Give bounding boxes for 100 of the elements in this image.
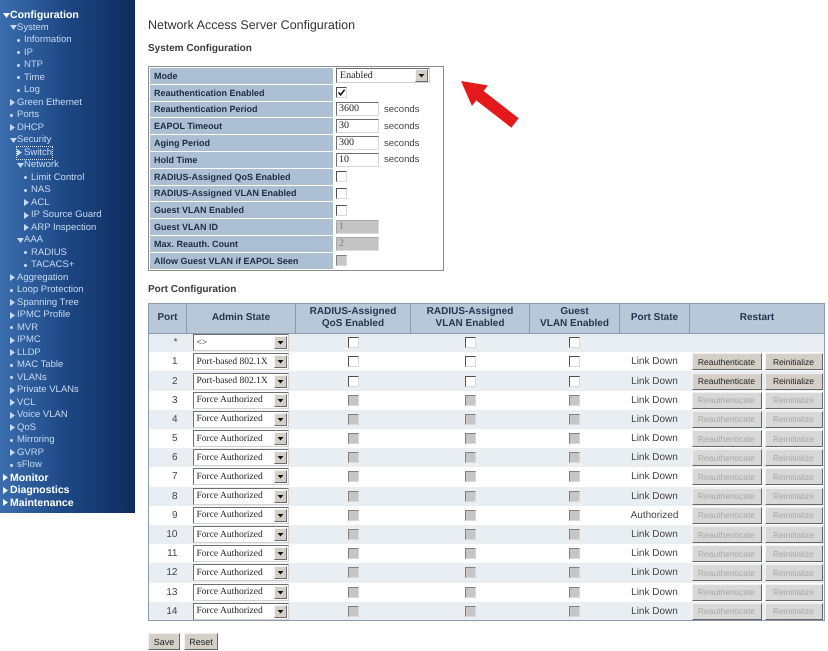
- menu-item[interactable]: AAA: [17, 234, 44, 246]
- menu-item[interactable]: Log: [17, 84, 40, 96]
- checkbox[interactable]: [569, 376, 580, 387]
- reinitialize-button[interactable]: Reinitialize: [764, 353, 822, 370]
- menu-item[interactable]: System: [10, 22, 49, 34]
- menu-item[interactable]: MAC Table: [10, 359, 64, 372]
- checkbox[interactable]: [464, 376, 476, 387]
- menu-item[interactable]: Security: [10, 134, 52, 146]
- menu-item[interactable]: Information: [17, 34, 72, 46]
- reauthenticate-button[interactable]: Reauthenticate: [692, 372, 762, 390]
- checkbox[interactable]: [336, 171, 347, 182]
- admin-state-select[interactable]: Force Authorized: [192, 564, 288, 582]
- text-field[interactable]: 3600: [336, 102, 379, 116]
- admin-state-select[interactable]: Force Authorized: [192, 449, 288, 466]
- port-state: Link Down: [631, 356, 678, 368]
- field-label: Reauthentication Period: [150, 102, 333, 118]
- menu-item[interactable]: ACL: [24, 196, 50, 209]
- menu-item[interactable]: Mirroring: [10, 434, 54, 446]
- menu-item[interactable]: Green Ethernet: [10, 96, 82, 109]
- menu-item[interactable]: Spanning Tree: [10, 296, 79, 309]
- menu-item[interactable]: sFlow: [10, 459, 42, 472]
- dropdown-arrow-icon: [274, 586, 286, 599]
- admin-state-select[interactable]: Force Authorized: [192, 392, 288, 409]
- port-number: 13: [166, 586, 178, 598]
- checkbox[interactable]: [464, 356, 476, 368]
- menu-item[interactable]: Network: [17, 159, 59, 172]
- save-button[interactable]: Save: [148, 633, 180, 650]
- menu-item[interactable]: VCL: [10, 396, 36, 409]
- port-state: Link Down: [631, 471, 678, 482]
- checkbox[interactable]: [336, 204, 347, 216]
- menu-item[interactable]: Maintenance: [3, 496, 74, 509]
- text-field[interactable]: 300: [336, 136, 379, 150]
- menu-item[interactable]: RADIUS: [24, 246, 67, 259]
- admin-state-select[interactable]: Force Authorized: [192, 488, 288, 505]
- admin-state-select[interactable]: Force Authorized: [192, 545, 288, 562]
- admin-state-select[interactable]: Force Authorized: [192, 506, 288, 524]
- checkbox[interactable]: [336, 87, 347, 98]
- port-number: 3: [172, 394, 178, 406]
- menu-item[interactable]: Aggregation: [10, 272, 68, 284]
- menu-item[interactable]: Configuration: [3, 9, 79, 22]
- checkbox[interactable]: [569, 356, 580, 368]
- menu-item[interactable]: Time: [17, 72, 45, 84]
- menu-item[interactable]: Switch: [17, 146, 52, 159]
- admin-state-select[interactable]: Force Authorized: [192, 468, 288, 486]
- menu-item[interactable]: DHCP: [10, 122, 44, 134]
- menu-item[interactable]: TACACS+: [24, 259, 74, 272]
- field-label: Aging Period: [150, 135, 333, 151]
- admin-state-select[interactable]: <>: [192, 334, 288, 352]
- dropdown-arrow-icon: [274, 508, 286, 522]
- menu-item[interactable]: QoS: [10, 422, 36, 434]
- port-state: Link Down: [631, 394, 678, 406]
- menu-item[interactable]: IP Source Guard: [24, 209, 102, 222]
- menu-item[interactable]: NAS: [24, 184, 51, 196]
- admin-state-select[interactable]: Force Authorized: [192, 584, 288, 601]
- port-state: Link Down: [631, 567, 678, 578]
- menu-item[interactable]: Voice VLAN: [10, 409, 68, 422]
- menu-item[interactable]: Private VLANs: [10, 384, 79, 396]
- column-header: Guest VLAN Enabled: [530, 303, 620, 334]
- port-state: Authorized: [630, 510, 678, 521]
- port-number: 4: [172, 414, 178, 425]
- menu-item[interactable]: IP: [17, 46, 33, 59]
- bullet-icon: [10, 438, 13, 442]
- menu-item[interactable]: LLDP: [10, 346, 41, 359]
- port-number: 7: [172, 471, 178, 482]
- checkbox[interactable]: [464, 337, 476, 348]
- checkbox[interactable]: [336, 188, 347, 199]
- admin-state-select[interactable]: Force Authorized: [192, 430, 288, 448]
- admin-state-select[interactable]: Force Authorized: [192, 410, 288, 428]
- column-header: Admin State: [186, 303, 296, 334]
- menu-item[interactable]: VLANs: [10, 372, 47, 384]
- reinitialize-button[interactable]: Reinitialize: [764, 372, 822, 390]
- menu-item[interactable]: Monitor: [3, 472, 48, 484]
- admin-state-select[interactable]: Port-based 802.1X: [192, 372, 288, 390]
- unit-label: seconds: [384, 154, 420, 166]
- menu-item[interactable]: Loop Protection: [10, 284, 84, 296]
- text-field[interactable]: 30: [336, 119, 379, 134]
- checkbox[interactable]: [569, 337, 580, 348]
- menu-item[interactable]: IPMC: [10, 334, 41, 346]
- reauthenticate-button[interactable]: Reauthenticate: [692, 353, 762, 370]
- column-header: Port: [148, 303, 186, 334]
- field-label: Hold Time: [150, 152, 333, 168]
- admin-state-select[interactable]: Port-based 802.1X: [192, 353, 288, 370]
- text-field[interactable]: 10: [336, 152, 379, 167]
- menu-item[interactable]: IPMC Profile: [10, 309, 70, 322]
- checkbox[interactable]: [348, 376, 358, 387]
- checkbox[interactable]: [348, 356, 358, 368]
- menu-item[interactable]: GVRP: [10, 446, 44, 459]
- bullet-icon: [17, 88, 20, 92]
- menu-item[interactable]: MVR: [10, 322, 38, 334]
- menu-item[interactable]: Ports: [10, 109, 40, 122]
- checkbox[interactable]: [348, 337, 358, 348]
- reset-button[interactable]: Reset: [184, 633, 218, 650]
- menu-item[interactable]: Limit Control: [24, 172, 84, 184]
- menu-item[interactable]: Diagnostics: [3, 484, 70, 496]
- bullet-icon: [10, 464, 13, 467]
- menu-item[interactable]: NTP: [17, 59, 43, 72]
- menu-item[interactable]: ARP Inspection: [24, 222, 96, 234]
- admin-state-select[interactable]: Force Authorized: [192, 602, 288, 620]
- admin-state-select[interactable]: Force Authorized: [192, 526, 288, 544]
- mode-select[interactable]: Enabled: [336, 68, 430, 84]
